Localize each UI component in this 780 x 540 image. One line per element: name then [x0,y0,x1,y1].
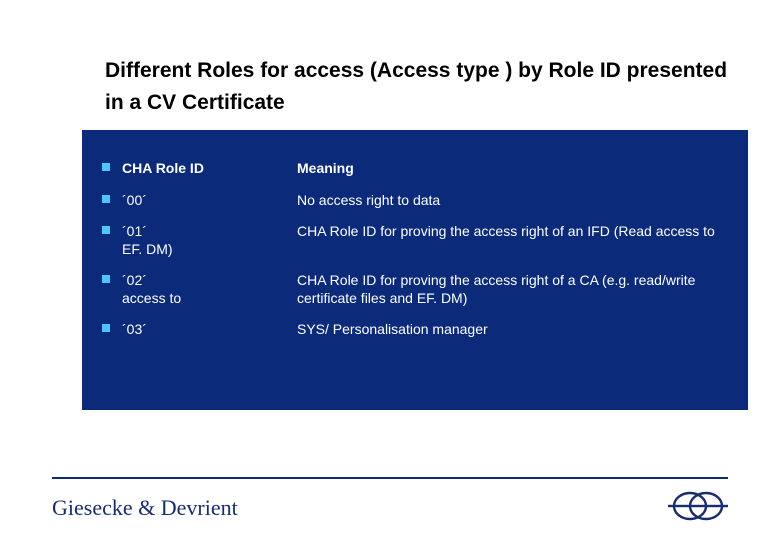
table-row: ´01´ EF. DM) CHA Role ID for proving the… [102,223,728,258]
header-left: CHA Role ID [122,160,297,178]
cell-meaning: SYS/ Personalisation manager [297,321,728,339]
table-row: ´02´ access to CHA Role ID for proving t… [102,272,728,307]
cell-roleid: ´01´ EF. DM) [122,223,297,258]
cell-roleid: ´03´ [122,321,297,339]
cell-meaning: CHA Role ID for proving the access right… [297,223,728,241]
role-table: CHA Role ID Meaning ´00´ No access right… [82,130,748,410]
cell-roleid: ´00´ [122,192,297,210]
square-bullet-icon [102,160,122,171]
slide-title: Different Roles for access (Access type … [105,55,740,118]
header-right: Meaning [297,160,728,178]
square-bullet-icon [102,272,122,283]
brand-text: Giesecke & Devrient [52,495,238,521]
table-row: ´00´ No access right to data [102,192,728,210]
table-row: ´03´ SYS/ Personalisation manager [102,321,728,339]
square-bullet-icon [102,321,122,332]
square-bullet-icon [102,192,122,203]
gd-logo-icon [668,490,728,522]
square-bullet-icon [102,223,122,234]
cell-meaning: CHA Role ID for proving the access right… [297,272,728,307]
table-header-row: CHA Role ID Meaning [102,160,728,178]
footer-separator [52,477,728,479]
cell-roleid: ´02´ access to [122,272,297,307]
cell-meaning: No access right to data [297,192,728,210]
